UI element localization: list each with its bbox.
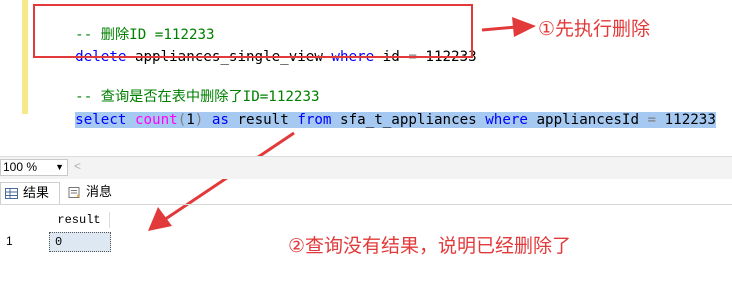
zoom-value: 100 %: [3, 160, 38, 174]
message-icon: [68, 187, 80, 198]
arrow-1-line: [481, 25, 517, 32]
result-cell[interactable]: 0: [49, 232, 111, 252]
zoom-dropdown[interactable]: 100 % ▼: [0, 159, 68, 176]
row-number: 1: [6, 234, 13, 248]
tab-messages-label: 消息: [86, 185, 113, 200]
tab-results[interactable]: 结果: [0, 182, 60, 204]
step2-annotation: ②查询没有结果，说明已经删除了: [288, 235, 572, 257]
scroll-left-icon[interactable]: <: [74, 159, 81, 173]
editor-status-bar: 100 % ▼ <: [0, 156, 732, 179]
results-tabbar: 结果 消息: [0, 182, 732, 205]
column-header-result[interactable]: result: [49, 212, 110, 228]
arrow-2-head: [148, 207, 172, 231]
arrow-1-head: [512, 17, 536, 37]
grid-icon: [5, 188, 18, 199]
step1-annotation: ①先执行删除: [538, 18, 651, 40]
tab-messages[interactable]: 消息: [64, 182, 124, 204]
chevron-down-icon: ▼: [55, 162, 64, 172]
tab-results-label: 结果: [23, 186, 50, 201]
